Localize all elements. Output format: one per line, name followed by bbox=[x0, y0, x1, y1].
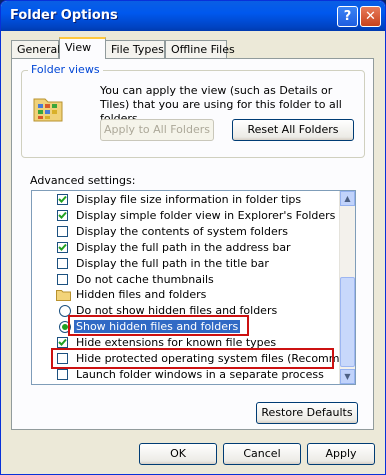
advanced-setting-label: Display file size information in folder … bbox=[76, 193, 302, 206]
advanced-setting-label: Launch folder windows in a separate proc… bbox=[76, 368, 324, 381]
close-button[interactable]: ✕ bbox=[360, 6, 381, 27]
window-title: Folder Options bbox=[10, 8, 118, 23]
checkbox-checked-icon[interactable] bbox=[57, 194, 68, 205]
cancel-button[interactable]: Cancel bbox=[223, 443, 301, 465]
advanced-setting-label: Display the full path in the address bar bbox=[76, 241, 291, 254]
folder-views-icon bbox=[33, 98, 63, 122]
checkbox-icon[interactable] bbox=[57, 258, 68, 269]
checkbox-checked-icon[interactable] bbox=[57, 210, 68, 221]
restore-defaults-button[interactable]: Restore Defaults bbox=[256, 402, 358, 424]
reset-all-folders-button[interactable]: Reset All Folders bbox=[232, 119, 354, 141]
advanced-setting-label: Display simple folder view in Explorer's… bbox=[76, 209, 356, 222]
checkbox-icon[interactable] bbox=[57, 226, 68, 237]
scroll-thumb[interactable] bbox=[340, 277, 355, 367]
tab-general[interactable]: General bbox=[11, 40, 60, 58]
folder-views-group: Folder views You can apply the view (suc… bbox=[21, 63, 365, 158]
help-button[interactable]: ? bbox=[337, 6, 358, 27]
advanced-settings-label: Advanced settings: bbox=[30, 174, 136, 187]
tab-view[interactable]: View bbox=[59, 37, 106, 59]
checkbox-checked-icon[interactable] bbox=[57, 242, 68, 253]
advanced-setting-label: Display the contents of system folders bbox=[76, 225, 288, 238]
scroll-up-arrow-icon[interactable]: ▲ bbox=[340, 191, 355, 206]
checkbox-checked-icon[interactable] bbox=[57, 337, 68, 348]
checkbox-icon[interactable] bbox=[57, 369, 68, 380]
scroll-down-arrow-icon[interactable]: ▼ bbox=[340, 369, 355, 384]
checkbox-icon[interactable] bbox=[57, 274, 68, 285]
ok-button[interactable]: OK bbox=[139, 443, 217, 465]
tab-offline-files[interactable]: Offline Files bbox=[165, 40, 235, 58]
tab-file-types[interactable]: File Types bbox=[105, 40, 165, 58]
highlight-box-hide-protected bbox=[51, 348, 334, 369]
highlight-box-show-hidden bbox=[68, 315, 249, 336]
folder-icon bbox=[56, 290, 71, 301]
advanced-setting-label: Display the full path in the title bar bbox=[76, 257, 269, 270]
advanced-setting-label: Hidden files and folders bbox=[76, 288, 207, 301]
view-tab-panel: Folder views You can apply the view (suc… bbox=[11, 58, 374, 430]
vertical-scrollbar[interactable]: ▲ ▼ bbox=[339, 191, 355, 384]
title-bar[interactable]: Folder Options ? ✕ bbox=[1, 1, 385, 31]
advanced-setting-label: Do not cache thumbnails bbox=[76, 273, 214, 286]
folder-views-title: Folder views bbox=[28, 63, 103, 76]
folder-options-window: Folder Options ? ✕ General View File Typ… bbox=[0, 0, 386, 475]
apply-button[interactable]: Apply bbox=[307, 443, 375, 465]
apply-to-all-folders-button[interactable]: Apply to All Folders bbox=[100, 119, 214, 141]
